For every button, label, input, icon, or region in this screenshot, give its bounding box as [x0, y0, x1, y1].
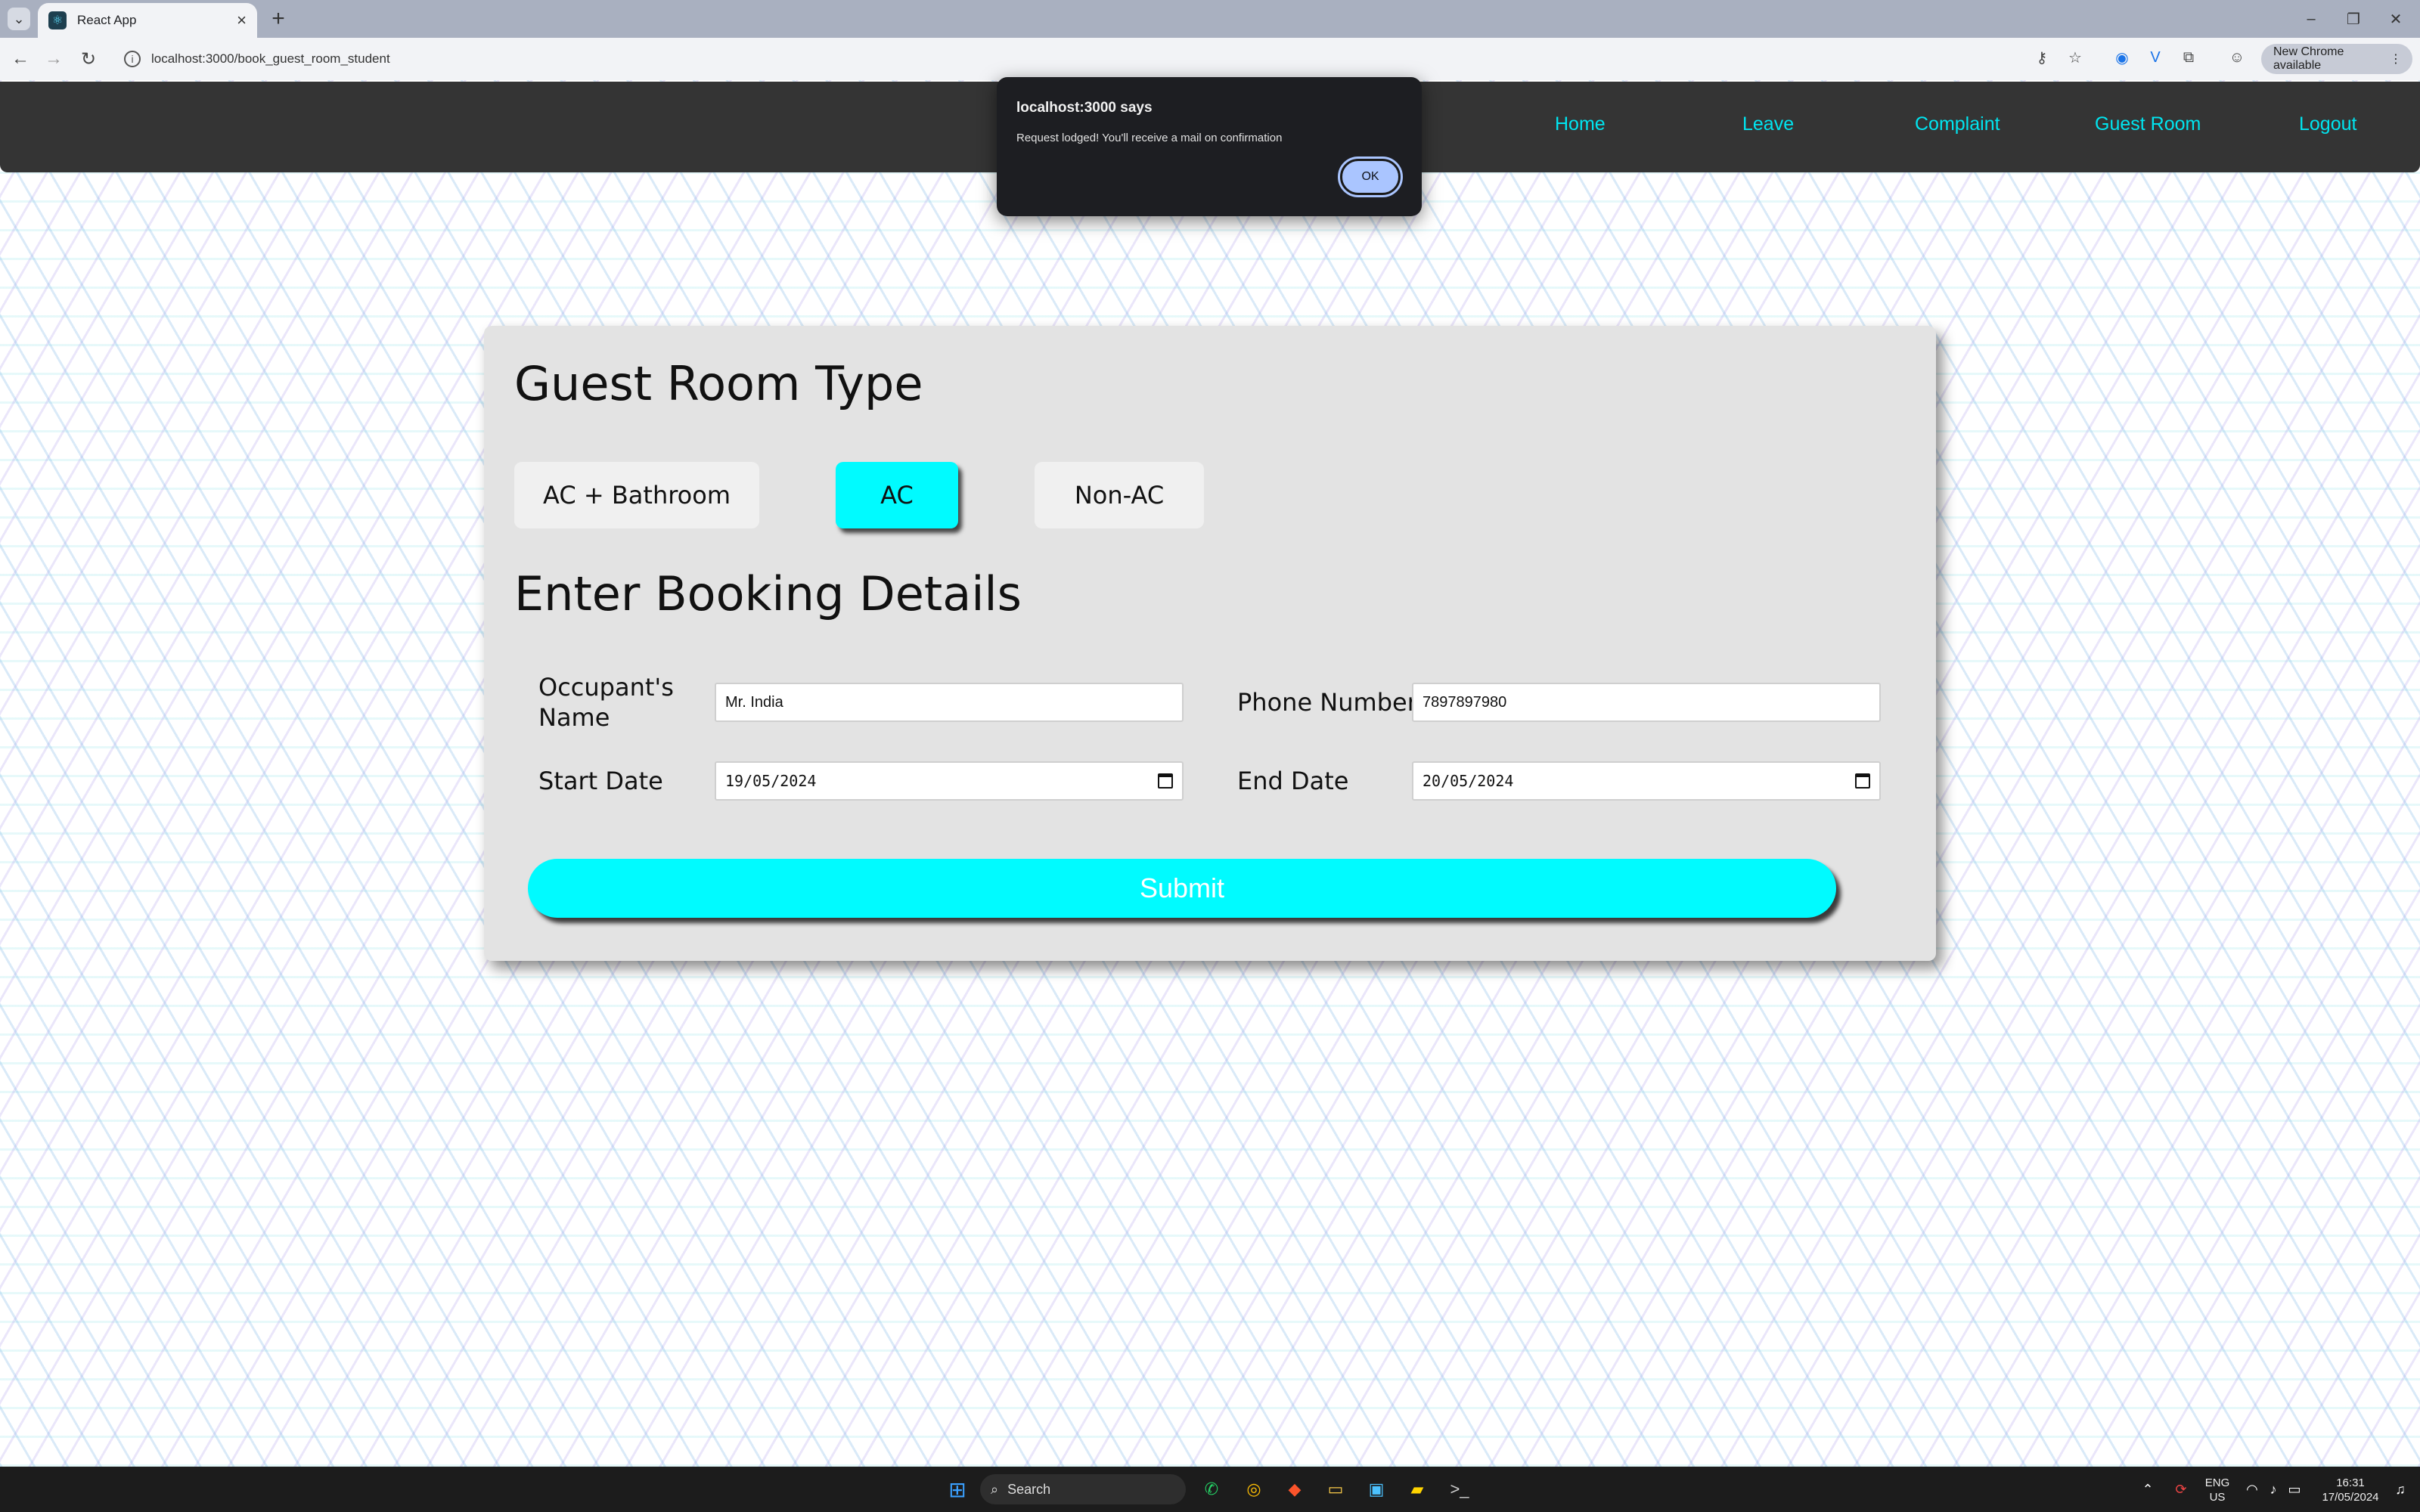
password-key-icon[interactable]: ⚷ [2031, 47, 2052, 68]
browser-tab-bar: ⌄ ⚛ React App × + – ❐ ✕ [0, 0, 2420, 38]
store-icon[interactable]: ▣ [1363, 1476, 1390, 1503]
extensions-puzzle-icon[interactable]: ⧉ [2178, 47, 2199, 68]
booking-details-heading: Enter Booking Details [514, 566, 1022, 621]
extension-icon[interactable]: ◉ [2111, 47, 2133, 68]
sticky-notes-icon[interactable]: ▰ [1404, 1476, 1431, 1503]
bookmark-star-icon[interactable]: ☆ [2065, 47, 2086, 68]
calendar-icon[interactable] [1855, 773, 1870, 789]
room-type-ac-button[interactable]: AC [836, 462, 958, 528]
url-text[interactable]: localhost:3000/book_guest_room_student [151, 51, 390, 67]
back-icon[interactable]: ← [9, 48, 32, 70]
phone-number-label: Phone Number [1237, 688, 1417, 717]
file-explorer-icon[interactable]: ▭ [1322, 1476, 1349, 1503]
alert-dialog: localhost:3000 says Request lodged! You'… [997, 77, 1422, 216]
extension-v-icon[interactable]: V [2145, 47, 2166, 68]
tray-chevron-up-icon[interactable]: ⌃ [2134, 1476, 2161, 1503]
dialog-ok-button[interactable]: OK [1338, 156, 1403, 197]
chrome-update-button[interactable]: New Chrome available ⋮ [2261, 44, 2412, 74]
tab-title: React App [77, 13, 137, 27]
windows-taskbar: ⊞ ⌕ Search ✆ ◎ ◆ ▭ ▣ ▰ >_ ⌃ ⟳ ENG US ◠ ♪… [0, 1467, 2420, 1512]
calendar-icon[interactable] [1158, 773, 1173, 789]
battery-icon[interactable]: ▭ [2281, 1476, 2308, 1503]
restore-icon[interactable]: ❐ [2338, 8, 2369, 30]
site-info-icon[interactable]: i [124, 51, 141, 67]
start-date-label: Start Date [538, 767, 663, 795]
nav-guest-room[interactable]: Guest Room [2095, 113, 2201, 135]
reload-icon[interactable]: ↻ [77, 48, 100, 70]
region-code: US [2209, 1491, 2226, 1504]
nav-leave[interactable]: Leave [1742, 113, 1794, 135]
browser-toolbar: ← → ↻ i localhost:3000/book_guest_room_s… [0, 38, 2420, 80]
react-favicon-icon: ⚛ [48, 11, 67, 29]
notification-bell-icon[interactable]: ♫ [2387, 1476, 2414, 1503]
room-type-heading: Guest Room Type [514, 356, 923, 411]
end-date-label: End Date [1237, 767, 1349, 795]
clock[interactable]: 16:31 17/05/2024 [2313, 1476, 2388, 1504]
tab-search-chevron-icon[interactable]: ⌄ [8, 8, 30, 30]
nav-home[interactable]: Home [1555, 113, 1606, 135]
room-type-ac-bathroom-button[interactable]: AC + Bathroom [514, 462, 759, 528]
sync-icon[interactable]: ⟳ [2167, 1476, 2195, 1503]
more-menu-icon[interactable]: ⋮ [2390, 51, 2402, 67]
occupant-name-label: Occupant's Name [538, 673, 674, 732]
booking-card: Guest Room Type AC + Bathroom AC Non-AC … [484, 326, 1936, 961]
profile-avatar-icon[interactable]: ☺ [2226, 47, 2248, 68]
chrome-update-label: New Chrome available [2273, 45, 2344, 72]
start-date-input[interactable]: 19/05/2024 [715, 761, 1184, 801]
chrome-icon[interactable]: ◎ [1240, 1476, 1267, 1503]
minimize-icon[interactable]: – [2296, 8, 2326, 30]
occupant-name-input[interactable]: Mr. India [715, 683, 1184, 722]
dialog-title: localhost:3000 says [1016, 100, 1153, 116]
submit-button[interactable]: Submit [528, 859, 1836, 918]
terminal-icon[interactable]: >_ [1446, 1476, 1473, 1503]
browser-tab[interactable]: ⚛ React App × [38, 3, 257, 38]
end-date-value: 20/05/2024 [1423, 772, 1514, 790]
taskbar-search-label: Search [1007, 1481, 1051, 1497]
brave-icon[interactable]: ◆ [1281, 1476, 1308, 1503]
taskbar-search[interactable]: ⌕ Search [980, 1474, 1186, 1504]
language-indicator[interactable]: ENG US [2201, 1476, 2234, 1504]
room-type-non-ac-button[interactable]: Non-AC [1035, 462, 1204, 528]
dialog-message: Request lodged! You'll receive a mail on… [1016, 132, 1283, 144]
whatsapp-icon[interactable]: ✆ [1198, 1476, 1225, 1503]
phone-number-input[interactable]: 7897897980 [1412, 683, 1881, 722]
windows-start-icon[interactable]: ⊞ [944, 1476, 971, 1503]
new-tab-icon[interactable]: + [266, 6, 290, 31]
start-date-value: 19/05/2024 [725, 772, 817, 790]
clock-time: 16:31 [2336, 1476, 2365, 1489]
close-tab-icon[interactable]: × [237, 11, 247, 30]
address-bar[interactable]: i localhost:3000/book_guest_room_student [113, 44, 2069, 74]
search-icon: ⌕ [991, 1481, 999, 1497]
nav-logout[interactable]: Logout [2299, 113, 2356, 135]
page-background: Home Leave Complaint Guest Room Logout G… [0, 80, 2420, 1467]
forward-icon[interactable]: → [42, 48, 65, 70]
end-date-input[interactable]: 20/05/2024 [1412, 761, 1881, 801]
clock-date: 17/05/2024 [2322, 1491, 2379, 1504]
language-code: ENG [2204, 1476, 2230, 1489]
close-window-icon[interactable]: ✕ [2381, 8, 2411, 30]
nav-complaint[interactable]: Complaint [1915, 113, 2000, 135]
